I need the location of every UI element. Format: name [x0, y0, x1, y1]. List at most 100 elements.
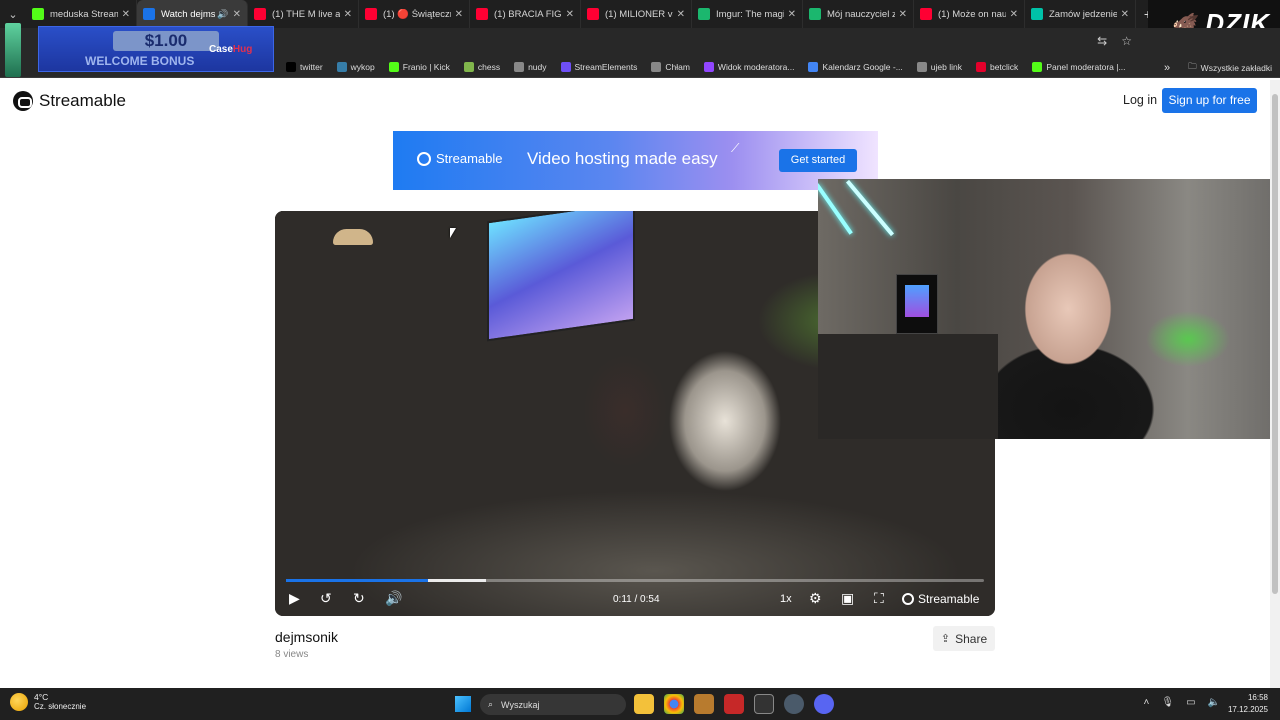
fullscreen-icon[interactable]: ⛶: [874, 590, 884, 607]
weather-widget[interactable]: 4°C Cz. słonecznie: [10, 692, 86, 711]
tab-close-icon[interactable]: ✕: [788, 9, 796, 20]
bookmark-item[interactable]: wykop: [336, 61, 375, 72]
taskbar-search[interactable]: ⌕ Wyszukaj: [480, 694, 626, 715]
bookmark-favicon-icon: [286, 61, 296, 72]
windows-start-icon[interactable]: [455, 696, 471, 712]
player-controls: ▶ ↺ ↻ 🔊 0:11 / 0:54 1x ⚙ ▣ ⛶ Streamable: [275, 587, 995, 613]
epic-games-icon[interactable]: [754, 694, 774, 714]
speed-button[interactable]: 1x: [780, 593, 792, 605]
bookmark-item[interactable]: ujeb link: [916, 61, 962, 72]
file-explorer-icon[interactable]: [634, 694, 654, 714]
tab-title: (1) MILIONER vs: [605, 8, 673, 20]
login-link[interactable]: Log in: [1123, 93, 1157, 107]
bookmark-item[interactable]: StreamElements: [560, 61, 638, 72]
browser-tab[interactable]: Watch dejms 🔊 ✕: [137, 0, 248, 28]
tab-close-icon[interactable]: ✕: [122, 9, 130, 20]
tab-title: (1) BRACIA FIGO: [494, 8, 562, 20]
bookmark-item[interactable]: Kalendarz Google -...: [808, 61, 903, 72]
bookmark-label: nudy: [528, 61, 547, 72]
scrollbar-thumb[interactable]: [1272, 94, 1278, 594]
weather-desc: Cz. słonecznie: [34, 702, 87, 711]
bookmark-favicon-icon: [703, 61, 714, 72]
promo-amount: $1.00: [113, 31, 219, 51]
network-icon[interactable]: ▭: [1186, 697, 1195, 708]
bookmark-favicon-icon: [336, 61, 347, 72]
tab-close-icon[interactable]: ✕: [455, 9, 463, 20]
all-bookmarks[interactable]: » 🗀 Wszystkie zakładki: [1164, 61, 1272, 75]
browser-tab[interactable]: Mój nauczyciel z ✕: [803, 0, 914, 28]
volume-icon[interactable]: 🔊: [385, 590, 402, 607]
bookmark-list: twitter wykop Franio | Kick chess nudy Stream…: [286, 61, 1140, 72]
tab-close-icon[interactable]: ✕: [344, 9, 352, 20]
app-icon[interactable]: [694, 694, 714, 714]
tab-close-icon[interactable]: ✕: [233, 9, 241, 20]
discord-icon[interactable]: [814, 694, 834, 714]
bookmark-item[interactable]: Chłam: [651, 61, 690, 72]
chevron-up-icon[interactable]: ˄: [1144, 697, 1150, 708]
bookmark-label: betclick: [989, 61, 1019, 72]
bookmark-favicon-icon: [514, 61, 525, 72]
tab-title: Watch dejms: [161, 8, 216, 20]
tv-graphic: [487, 211, 635, 342]
bookmark-item[interactable]: nudy: [514, 61, 547, 72]
promo-bonus-text: WELCOME BONUS: [85, 54, 195, 68]
player-brand[interactable]: Streamable: [902, 592, 979, 606]
signup-button[interactable]: Sign up for free: [1162, 88, 1257, 113]
tab-audio-icon[interactable]: 🔊: [217, 9, 228, 20]
microphone-icon[interactable]: 🎙: [1161, 697, 1174, 708]
clock-time: 16:58: [1247, 693, 1268, 702]
bookmark-item[interactable]: Panel moderatora |...: [1032, 61, 1126, 72]
all-bookmarks-label[interactable]: Wszystkie zakładki: [1201, 63, 1272, 73]
progress-played: [286, 579, 429, 582]
bookmark-item[interactable]: twitter: [286, 61, 323, 72]
clock[interactable]: 16:58 17.12.2025: [1228, 692, 1268, 716]
tab-favicon-icon: [809, 8, 821, 20]
translate-icon[interactable]: ⇆: [1097, 34, 1107, 48]
time-display: 0:11 / 0:54: [613, 594, 660, 605]
tab-close-icon[interactable]: ✕: [899, 9, 907, 20]
tab-close-icon[interactable]: ✕: [677, 9, 685, 20]
settings-gear-icon[interactable]: ⚙: [809, 590, 822, 607]
ad-banner[interactable]: Streamable Video hosting made easy ⟋ Get…: [393, 131, 878, 190]
browser-tab[interactable]: (1) THE M live at ✕: [248, 0, 359, 28]
browser-tab[interactable]: (1) Może on nau ✕: [914, 0, 1025, 28]
bookmark-favicon-icon: [808, 61, 819, 72]
browser-tab[interactable]: Zamów jedzenie ✕: [1025, 0, 1136, 28]
bookmark-label: wykop: [350, 61, 375, 72]
progress-bar[interactable]: [286, 579, 984, 582]
bookmarks-more-icon[interactable]: »: [1164, 62, 1170, 74]
bookmark-item[interactable]: Widok moderatora...: [703, 61, 794, 72]
speaker-icon[interactable]: 🔈: [1208, 697, 1220, 708]
bookmark-item[interactable]: betclick: [975, 61, 1019, 72]
picture-in-picture-icon[interactable]: ▣: [841, 590, 854, 607]
bookmark-label: StreamElements: [574, 61, 638, 72]
browser-tab[interactable]: (1) BRACIA FIGO ✕: [470, 0, 581, 28]
banner-brand: Streamable: [417, 151, 502, 166]
view-count: 8 views: [275, 649, 309, 660]
browser-tab[interactable]: Imgur: The magic ✕: [692, 0, 803, 28]
play-icon[interactable]: ▶: [289, 590, 300, 607]
tab-close-icon[interactable]: ✕: [566, 9, 574, 20]
browser-tab[interactable]: (1) 🔴 Świąteczny ✕: [359, 0, 470, 28]
tab-close-icon[interactable]: ✕: [1121, 9, 1129, 20]
forward-icon[interactable]: ↻: [353, 590, 365, 607]
bookmark-label: Panel moderatora |...: [1046, 61, 1126, 72]
tab-favicon-icon: [920, 8, 932, 20]
rewind-icon[interactable]: ↺: [320, 590, 332, 607]
chrome-icon[interactable]: [664, 694, 684, 714]
page-scrollbar[interactable]: [1270, 80, 1280, 688]
bookmark-star-icon[interactable]: ☆: [1121, 34, 1132, 48]
tab-strip: ⌄ meduska Stream ✕ Watch dejms 🔊 ✕ (1) THE M …: [0, 0, 1280, 28]
get-started-button[interactable]: Get started: [779, 149, 857, 172]
bookmark-item[interactable]: Franio | Kick: [388, 61, 450, 72]
share-label: Share: [955, 631, 988, 646]
promo-brand-b: Hug: [232, 44, 253, 55]
tab-close-icon[interactable]: ✕: [1010, 9, 1018, 20]
steam-icon[interactable]: [784, 694, 804, 714]
streamable-logo[interactable]: Streamable: [13, 91, 126, 111]
app-icon[interactable]: [724, 694, 744, 714]
bookmark-item[interactable]: chess: [463, 61, 500, 72]
share-button[interactable]: ⇪ Share: [933, 626, 995, 651]
browser-tab[interactable]: (1) MILIONER vs ✕: [581, 0, 692, 28]
browser-tab[interactable]: meduska Stream ✕: [26, 0, 137, 28]
